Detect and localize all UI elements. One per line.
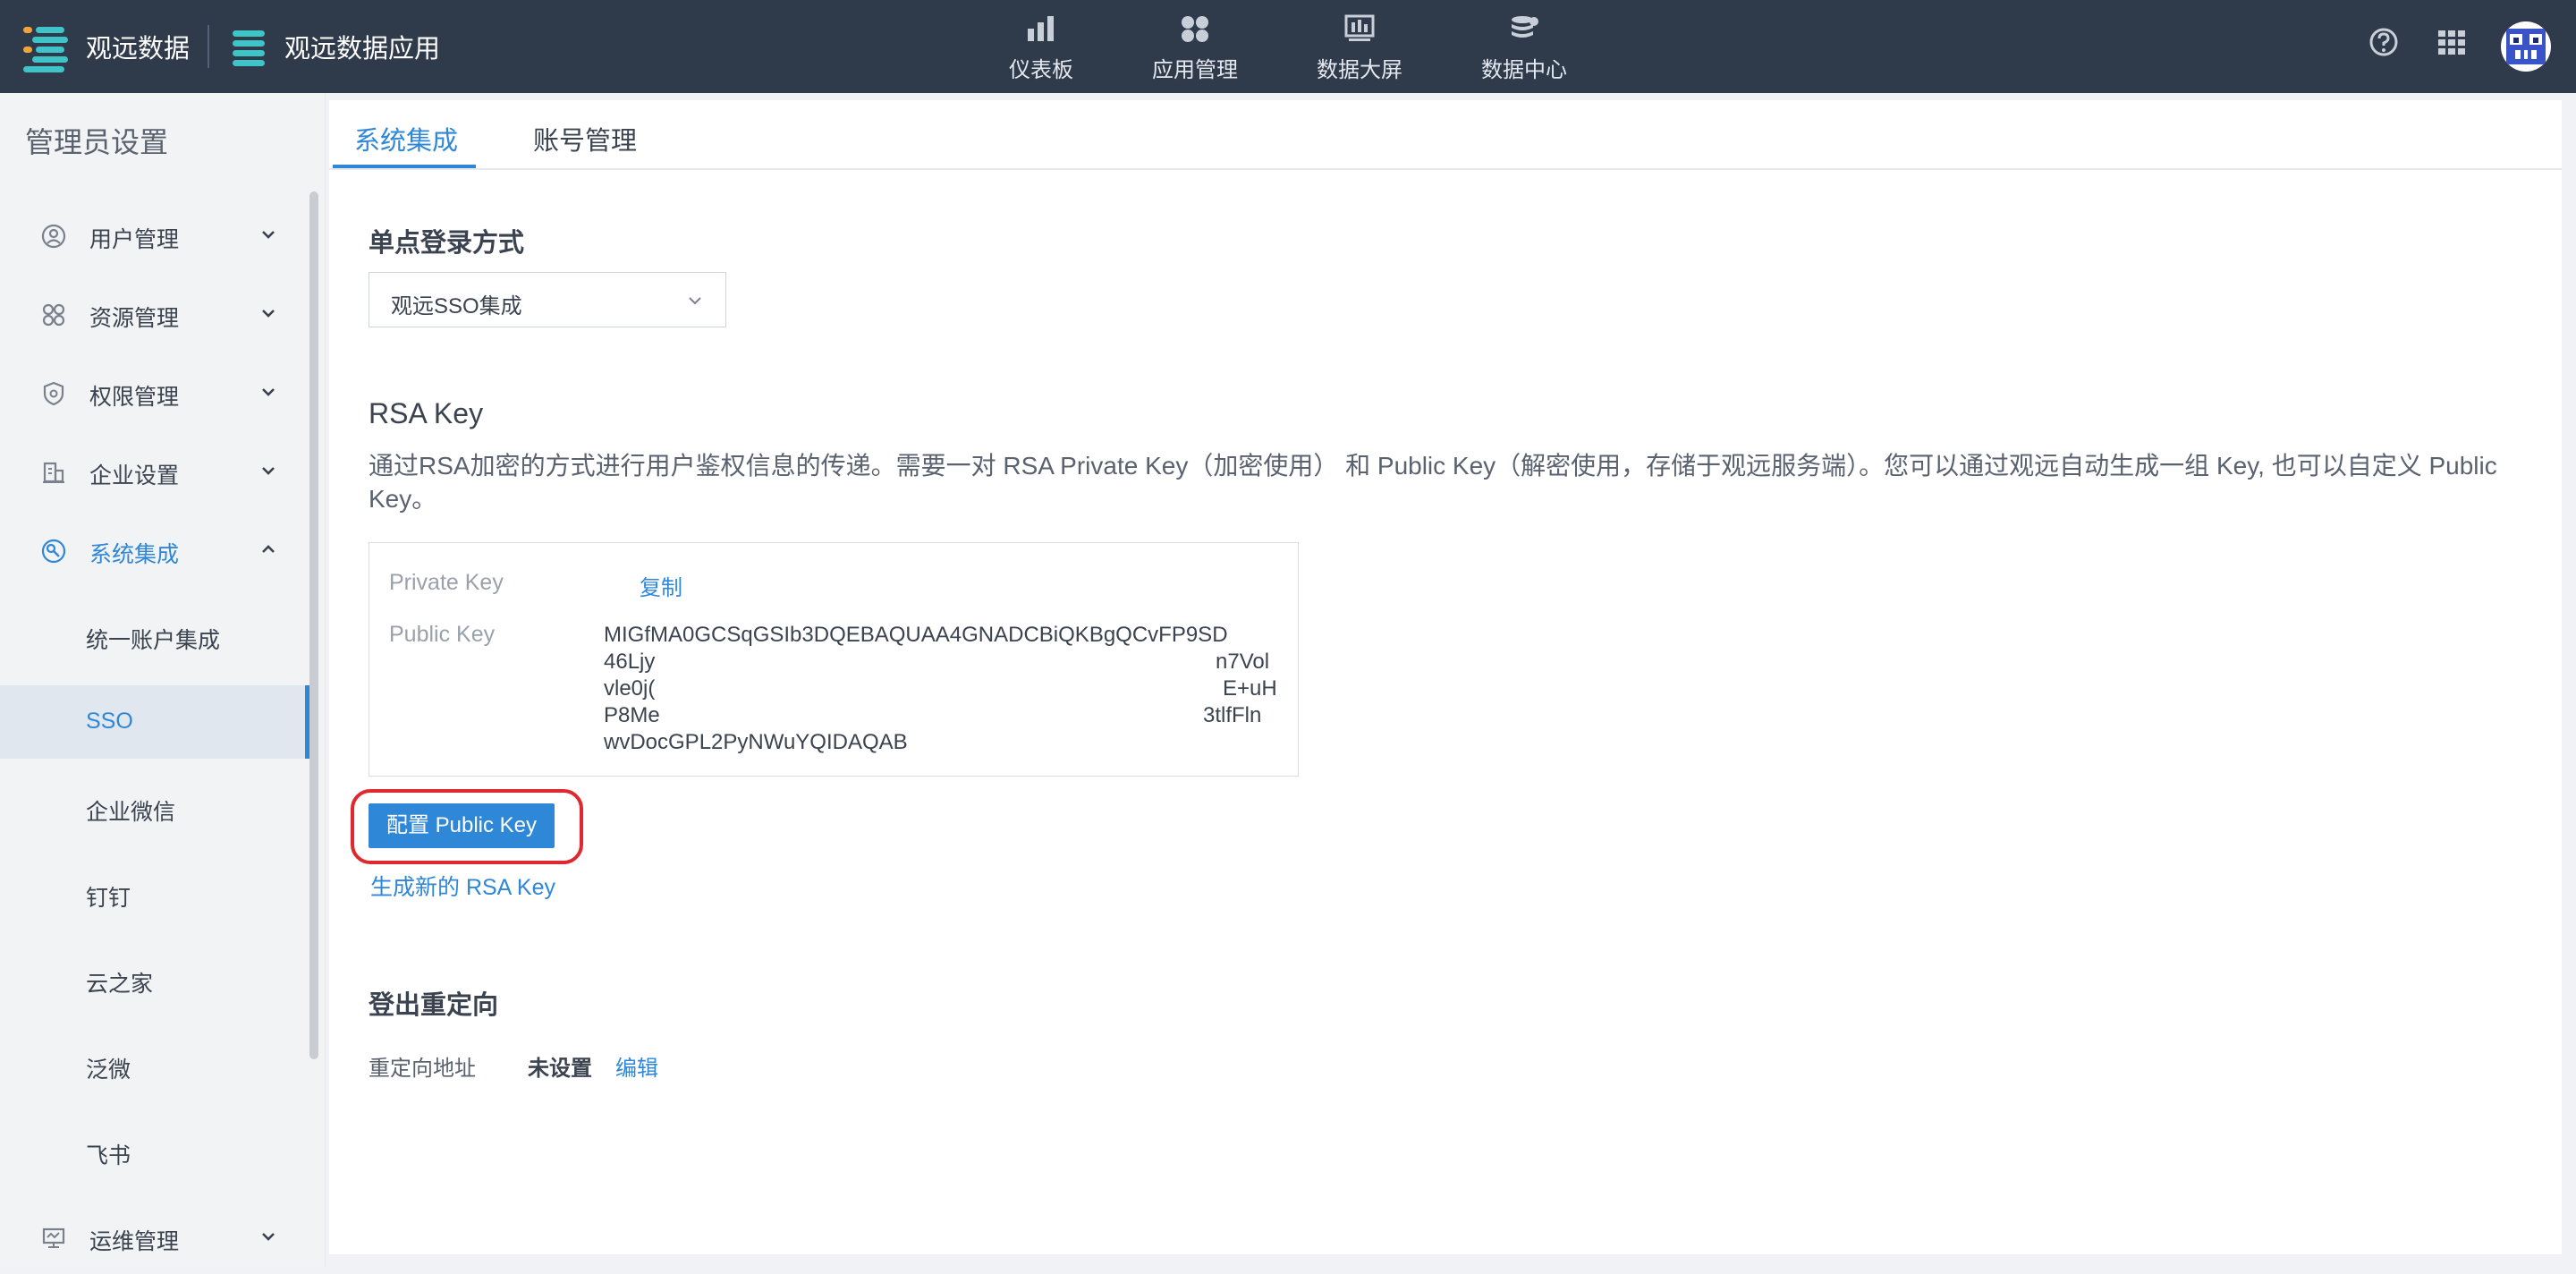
public-key-line: wvDocGPL2PyNWuYQIDAQAB (604, 730, 908, 754)
sidebar-subitem-label: 钉钉 (86, 886, 131, 911)
apps-grid-icon (1182, 16, 1208, 42)
private-key-label: Private Key (389, 570, 504, 595)
app-logo-icon (229, 21, 268, 72)
sidebar-subitem-label: 统一账户集成 (86, 628, 221, 653)
sidebar-item-enterprise-settings[interactable]: 企业设置 (0, 437, 309, 508)
public-key-line: n7Vol (1216, 650, 1270, 674)
sidebar-item-label: 系统集成 (89, 542, 180, 567)
rsa-key-box: Private Key 复制 Public Key MIGfMA0GCSqGSI… (369, 542, 1299, 777)
top-bar: 观远数据 观远数据应用 仪表板 应用管理 数据大屏 数据中心 (0, 0, 2576, 93)
public-key-label: Public Key (389, 622, 496, 647)
admin-sidebar: 管理员设置 用户管理 资源管理 权限管理 企业设置 系统集成 统一账户集成 SS… (0, 93, 326, 1267)
brand-primary[interactable]: 观远数据 (20, 0, 190, 93)
edit-redirect-link[interactable]: 编辑 (615, 1050, 658, 1082)
brand-divider (208, 25, 209, 68)
tab-account-management[interactable]: 账号管理 (533, 120, 637, 157)
nav-app-management-label: 应用管理 (1152, 58, 1238, 82)
sidebar-item-label: 权限管理 (89, 385, 180, 410)
chevron-down-icon (262, 310, 275, 318)
nav-dashboard-label: 仪表板 (1009, 58, 1073, 82)
public-key-line: 3tlfFln (1203, 703, 1262, 727)
brand-app[interactable]: 观远数据应用 (229, 0, 440, 93)
sidebar-item-user-management[interactable]: 用户管理 (0, 200, 309, 272)
brand-primary-label: 观远数据 (86, 35, 191, 64)
sidebar-subitem-weaver[interactable]: 泛微 (0, 1029, 309, 1102)
configure-public-key-button[interactable]: 配置 Public Key (369, 803, 555, 848)
sidebar-item-ops-management[interactable]: 运维管理 (0, 1202, 309, 1274)
redirect-address-label: 重定向地址 (369, 1057, 476, 1081)
sidebar-subitem-sso[interactable]: SSO (0, 685, 309, 759)
app-launcher-icon[interactable] (2436, 27, 2467, 57)
generate-rsa-key-link[interactable]: 生成新的 RSA Key (370, 870, 555, 902)
nav-data-center[interactable]: 数据中心 (1462, 0, 1587, 93)
sidebar-subitem-label: 云之家 (86, 972, 154, 997)
shield-icon (43, 381, 64, 406)
database-icon (1512, 16, 1538, 38)
sidebar-title: 管理员设置 (25, 126, 169, 158)
monitor-icon (42, 1227, 65, 1248)
sidebar-subitem-label: SSO (86, 709, 133, 734)
nav-data-center-label: 数据中心 (1481, 58, 1567, 82)
user-avatar[interactable] (2501, 21, 2551, 72)
guandata-logo-icon (20, 21, 70, 72)
chevron-down-icon (262, 388, 275, 396)
public-key-line: MIGfMA0GCSqGSIb3DQEBAQUAA4GNADCBiQKBgQCv… (604, 623, 1228, 647)
user-icon (41, 224, 66, 249)
sidebar-item-system-integration[interactable]: 系统集成 (0, 515, 309, 587)
tab-bar: 系统集成 账号管理 (329, 100, 2562, 170)
bar-chart-icon (1028, 16, 1054, 41)
sso-method-select[interactable]: 观远SSO集成 (369, 272, 726, 327)
chevron-down-icon (262, 231, 275, 239)
public-key-line: 46Ljy (604, 650, 656, 674)
sidebar-subitem-label: 泛微 (86, 1057, 131, 1083)
copy-private-key-link[interactable]: 复制 (640, 570, 682, 601)
sidebar-subitem-yunzhijia[interactable]: 云之家 (0, 943, 309, 1016)
redirect-address-value: 未设置 (528, 1057, 592, 1081)
rsa-key-title: RSA Key (369, 397, 484, 429)
building-icon (43, 462, 64, 483)
chevron-down-icon (689, 297, 701, 305)
sidebar-item-label: 资源管理 (89, 306, 180, 331)
sidebar-subitem-label: 企业微信 (86, 800, 176, 825)
sidebar-subitem-feishu[interactable]: 飞书 (0, 1115, 309, 1188)
public-key-line: E+uH (1223, 676, 1277, 701)
chevron-down-icon (262, 1233, 275, 1241)
nav-data-screen[interactable]: 数据大屏 (1297, 0, 1422, 93)
rsa-description: 通过RSA加密的方式进行用户鉴权信息的传递。需要一对 RSA Private K… (369, 452, 2497, 513)
nav-app-management[interactable]: 应用管理 (1132, 0, 1258, 93)
chevron-down-icon (262, 467, 275, 475)
active-tab-indicator (333, 165, 476, 168)
public-key-line: P8Me (604, 703, 660, 727)
help-icon[interactable] (2368, 27, 2399, 57)
dashboard-screen-icon (1344, 14, 1375, 41)
brand-app-label: 观远数据应用 (284, 35, 441, 64)
nav-dashboard[interactable]: 仪表板 (979, 0, 1104, 93)
sidebar-item-label: 用户管理 (89, 227, 180, 252)
tab-system-integration[interactable]: 系统集成 (354, 120, 458, 157)
sidebar-subitem-dingtalk[interactable]: 钉钉 (0, 857, 309, 930)
chevron-up-icon (262, 545, 275, 553)
resource-grid-icon (42, 303, 65, 327)
main-content: 系统集成 账号管理 单点登录方式 观远SSO集成 RSA Key 通过RSA加密… (329, 100, 2562, 1254)
sidebar-item-resource-management[interactable]: 资源管理 (0, 279, 309, 351)
sidebar-item-label: 企业设置 (89, 463, 180, 488)
sso-section-title: 单点登录方式 (369, 229, 525, 258)
logout-section-title: 登出重定向 (369, 991, 499, 1020)
sidebar-subitem-unified-account[interactable]: 统一账户集成 (0, 599, 309, 673)
nav-data-screen-label: 数据大屏 (1317, 58, 1402, 82)
sidebar-item-label: 运维管理 (89, 1229, 180, 1254)
sso-method-value: 观远SSO集成 (391, 294, 522, 318)
integration-icon (41, 539, 66, 564)
public-key-line: vle0j( (604, 676, 656, 701)
sidebar-scrollbar[interactable] (309, 191, 318, 1059)
sidebar-subitem-label: 飞书 (86, 1143, 131, 1168)
sidebar-item-permission-management[interactable]: 权限管理 (0, 358, 309, 429)
sidebar-subitem-wecom[interactable]: 企业微信 (0, 771, 309, 845)
